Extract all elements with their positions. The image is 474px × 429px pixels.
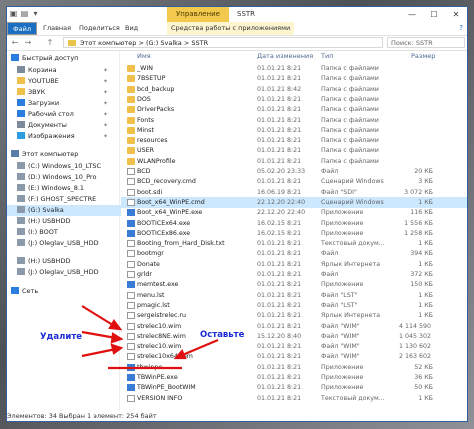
arrowhead-1 — [108, 319, 123, 331]
arrow-3 — [81, 347, 117, 358]
annotation-delete: Удалите — [40, 332, 83, 342]
annotation-arrows — [81, 305, 219, 370]
annotation-keep: Оставьте — [200, 330, 245, 340]
arrowhead-2 — [110, 332, 124, 344]
arrowhead-4 — [173, 348, 187, 360]
arrow-2 — [81, 330, 117, 340]
arrow-1 — [81, 305, 117, 328]
arrowhead-3 — [110, 343, 124, 355]
arrow-4 — [179, 338, 219, 358]
